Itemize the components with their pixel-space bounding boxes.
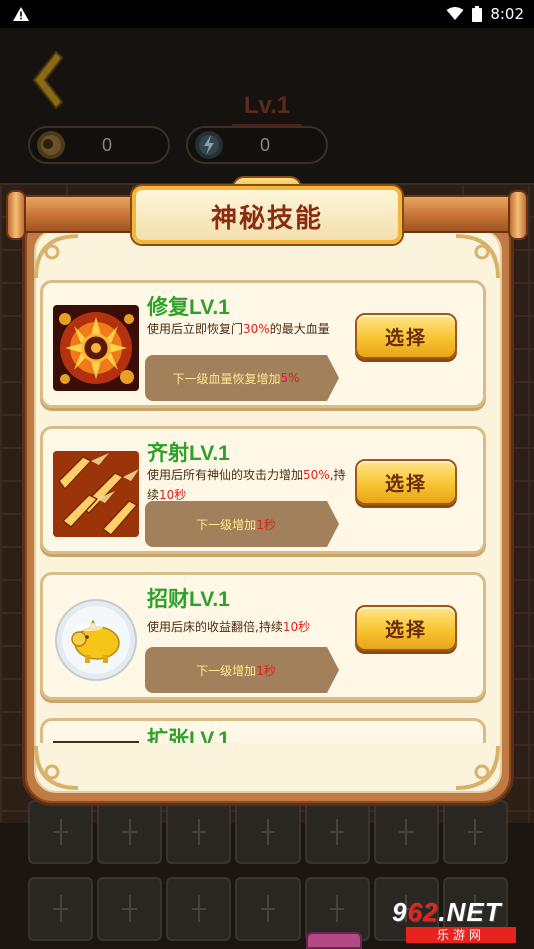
next-level-info: 下一级血量恢复增加 5% — [145, 355, 339, 401]
grid-cell — [235, 876, 301, 941]
select-button-volley[interactable]: 选择 — [355, 459, 457, 505]
scroll-end-left — [6, 190, 26, 240]
corner-ornament-icon — [34, 234, 79, 279]
skill-name: 修复LV.1 — [147, 296, 230, 319]
missile-barrage-icon — [53, 451, 139, 537]
grid-cell — [304, 800, 370, 864]
grid-cell — [97, 800, 163, 864]
grid-cell — [304, 876, 370, 941]
skill-name: 招财LV.1 — [147, 588, 230, 611]
wifi-icon — [446, 7, 464, 20]
grid-cell — [235, 800, 301, 864]
watermark-logo: 962.NET 乐游网 — [392, 897, 530, 945]
skill-list[interactable]: 修复LV.1 使用后立即恢复门30%的最大血量 下一级血量恢复增加 5% 选择 齐… — [40, 280, 488, 743]
status-bar: 8:02 — [0, 0, 534, 28]
corner-ornament-icon — [455, 234, 500, 279]
coin-counter: 0 — [28, 126, 170, 164]
grid-cell — [166, 800, 232, 864]
grid-cell — [97, 876, 163, 941]
select-button-fortune[interactable]: 选择 — [355, 605, 457, 651]
skill-card-repair: 修复LV.1 使用后立即恢复门30%的最大血量 下一级血量恢复增加 5% 选择 — [40, 280, 486, 408]
coin-icon — [37, 131, 65, 159]
watermark-sub: 乐游网 — [406, 927, 516, 943]
watermark-brand: 962.NET — [392, 897, 502, 927]
corner-ornament-icon — [455, 745, 500, 790]
energy-counter: 0 — [186, 126, 328, 164]
coin-value: 0 — [101, 134, 112, 155]
grid-cell — [166, 876, 232, 941]
popup-title-plate: 神秘技能 — [132, 176, 402, 248]
corner-ornament-icon — [34, 745, 79, 790]
gear-explosion-icon — [53, 305, 139, 391]
status-time: 8:02 — [490, 5, 524, 23]
skill-description: 使用后立即恢复门30%的最大血量 — [147, 322, 330, 336]
grid-cell — [442, 800, 508, 864]
energy-icon — [195, 131, 223, 159]
golden-pig-icon — [53, 597, 139, 683]
scroll-end-right — [508, 190, 528, 240]
battery-icon — [472, 6, 483, 22]
bottom-tab — [306, 932, 362, 949]
grid-cell — [28, 876, 94, 941]
skill-description: 使用后床的收益翻倍,持续10秒 — [147, 620, 311, 634]
popup-title: 神秘技能 — [210, 204, 323, 234]
next-level-info: 下一级增加 1秒 — [145, 501, 339, 547]
skill-name: 扩张LV.1 — [147, 728, 230, 743]
energy-value: 0 — [259, 134, 270, 155]
select-button-repair[interactable]: 选择 — [355, 313, 457, 359]
warning-icon — [13, 7, 29, 21]
skill-description: 使用后所有神仙的攻击力增加50%,持续10秒 — [147, 468, 346, 502]
skill-card-volley: 齐射LV.1 使用后所有神仙的攻击力增加50%,持续10秒 下一级增加 1秒 选择 — [40, 426, 486, 554]
skill-name: 齐射LV.1 — [147, 442, 230, 465]
grid-cell — [28, 800, 94, 864]
skill-card-fortune: 招财LV.1 使用后床的收益翻倍,持续10秒 下一级增加 1秒 选择 — [40, 572, 486, 700]
next-level-info: 下一级增加 1秒 — [145, 647, 339, 693]
grid-cell — [373, 800, 439, 864]
skill-card-expand: 扩张LV.1 — [40, 718, 486, 743]
level-label: Lv.1 — [243, 92, 291, 119]
